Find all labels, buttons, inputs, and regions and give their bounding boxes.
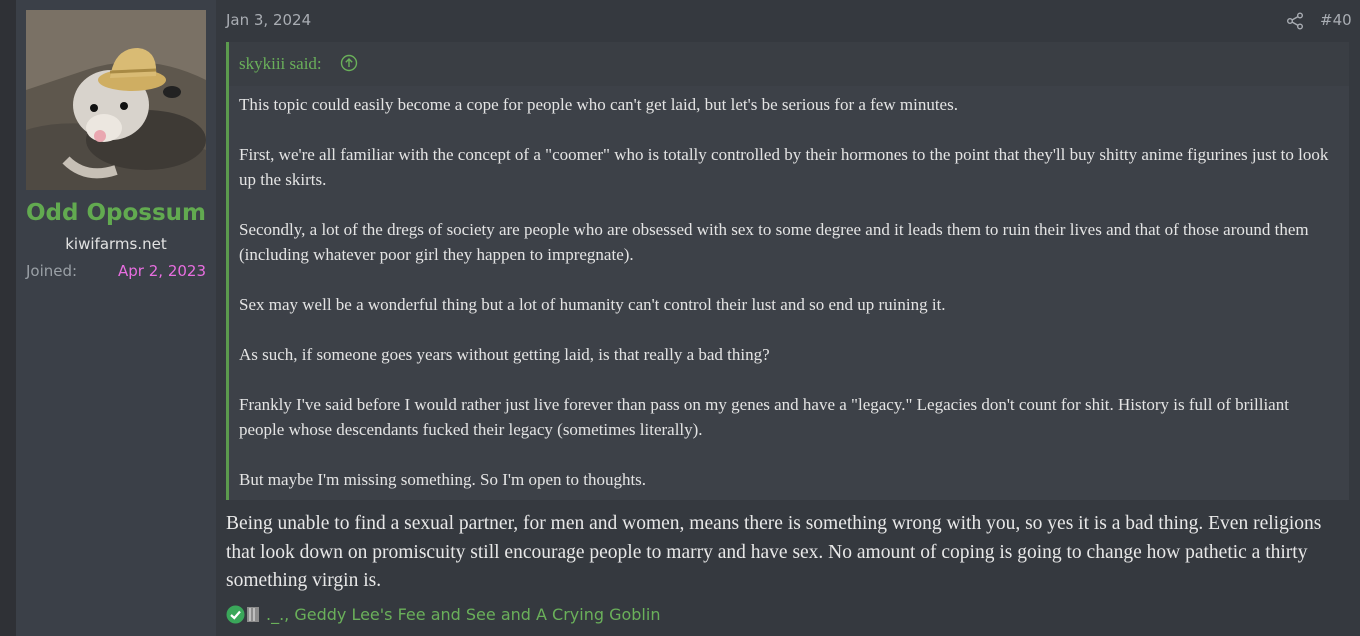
post-date[interactable]: Jan 3, 2024 bbox=[226, 11, 311, 29]
quote-header: skykiii said: bbox=[229, 42, 1349, 86]
user-title: kiwifarms.net bbox=[65, 235, 167, 253]
share-icon[interactable] bbox=[1286, 12, 1304, 30]
arrow-up-circle-icon[interactable] bbox=[340, 54, 358, 72]
joined-label: Joined: bbox=[26, 262, 78, 280]
post-number[interactable]: #40 bbox=[1320, 11, 1360, 29]
quote-paragraph: Sex may well be a wonderful thing but a … bbox=[239, 295, 946, 314]
quote-content: This topic could easily become a cope fo… bbox=[239, 92, 1337, 517]
post-message: Being unable to find a sexual partner, f… bbox=[226, 513, 1322, 591]
reaction-users[interactable]: ._., Geddy Lee's Fee and See and A Cryin… bbox=[266, 605, 660, 624]
avatar[interactable] bbox=[26, 10, 206, 190]
quote-block: skykiii said: This topic could easily be… bbox=[226, 42, 1349, 500]
user-sidebar: Odd Opossum kiwifarms.net Joined: Apr 2,… bbox=[16, 0, 216, 636]
reactions-bar[interactable]: ._., Geddy Lee's Fee and See and A Cryin… bbox=[226, 604, 660, 624]
quote-paragraph: Secondly, a lot of the dregs of society … bbox=[239, 220, 1309, 264]
quote-paragraph: But maybe I'm missing something. So I'm … bbox=[239, 470, 647, 489]
quote-paragraph: As such, if someone goes years without g… bbox=[239, 345, 770, 364]
quote-paragraph: This topic could easily become a cope fo… bbox=[239, 95, 958, 114]
box-icon bbox=[247, 606, 259, 622]
check-icon bbox=[226, 605, 245, 623]
post-container: Odd Opossum kiwifarms.net Joined: Apr 2,… bbox=[16, 0, 1360, 636]
quote-paragraph: Frankly I've said before I would rather … bbox=[239, 395, 1289, 439]
username[interactable]: Odd Opossum bbox=[16, 200, 216, 226]
quote-author[interactable]: skykiii said: bbox=[239, 54, 322, 74]
joined-date: Apr 2, 2023 bbox=[118, 262, 206, 280]
quote-paragraph: First, we're all familiar with the conce… bbox=[239, 145, 1329, 189]
opossum-avatar-image bbox=[26, 10, 206, 190]
